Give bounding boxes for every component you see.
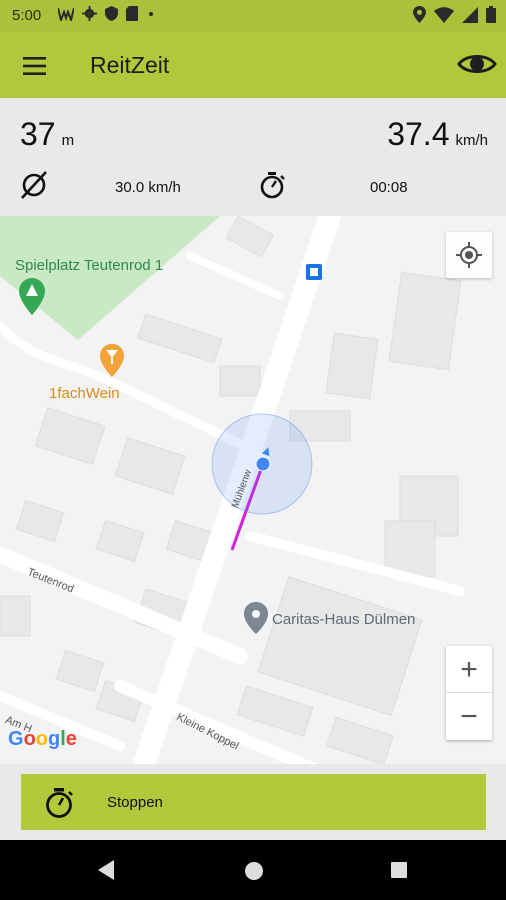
status-bar: 5:00 [0,0,506,32]
my-location-button[interactable] [446,232,492,278]
status-notification-icons [58,6,156,21]
zoom-in-button[interactable]: + [446,646,492,693]
w-icon [58,7,74,21]
dot-icon [149,12,153,16]
stopwatch-icon [258,170,286,200]
ride-stats-panel: 37 m 37.4 km/h 30.0 km/h 00:08 [0,98,506,216]
back-icon[interactable] [96,859,116,881]
signal-icon [462,6,478,23]
speed-unit: km/h [455,132,488,149]
distance-value: 37 [20,116,56,152]
home-icon[interactable] [244,861,264,881]
recents-icon[interactable] [390,861,408,879]
poi-wine-label[interactable]: 1fachWein [49,385,120,402]
gear-icon [82,6,97,21]
google-logo: Google [8,728,77,750]
hamburger-menu-icon[interactable] [16,48,52,84]
speed-display: 37.4 km/h [387,116,488,153]
location-icon [413,6,426,23]
stopwatch-icon [43,786,75,820]
app-toolbar: ReitZeit [0,32,506,98]
elapsed-time-value: 00:08 [370,179,408,196]
map-view[interactable]: Spielplatz Teutenrod 1 1fachWein Caritas… [0,216,506,764]
status-system-icons [413,6,496,23]
sd-card-icon [126,6,138,21]
poi-park-label[interactable]: Spielplatz Teutenrod 1 [15,257,163,274]
zoom-controls: + − [446,646,492,740]
crosshair-icon [456,242,482,268]
bottom-panel: Stoppen [0,764,506,840]
zoom-out-button[interactable]: − [446,693,492,740]
average-speed-value: 30.0 km/h [115,179,181,196]
status-time: 5:00 [12,7,42,24]
distance-display: 37 m [20,116,74,153]
poi-caritas-label[interactable]: Caritas-Haus Dülmen [272,611,415,628]
eye-icon[interactable] [456,46,498,82]
app-title: ReitZeit [90,52,170,78]
shield-icon [105,6,118,21]
distance-unit: m [61,132,75,149]
system-navigation-bar [0,840,506,900]
battery-icon [486,6,496,23]
wifi-icon [434,6,454,23]
average-diameter-icon [20,170,48,200]
stop-button[interactable]: Stoppen [21,774,486,830]
stop-button-label: Stoppen [107,794,163,811]
speed-value: 37.4 [387,116,450,152]
map-canvas [0,216,465,764]
